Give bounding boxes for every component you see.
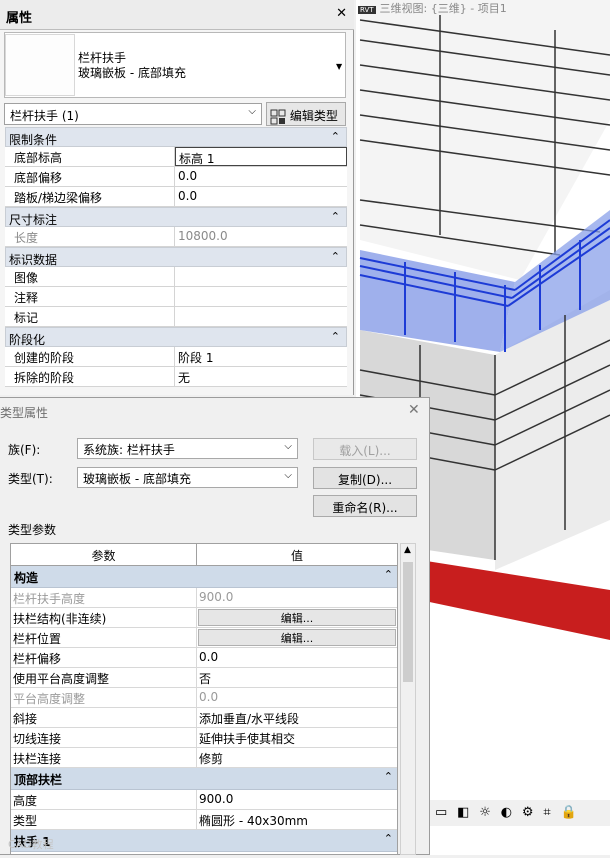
table-row[interactable]: 栏杆位置 编辑... (11, 628, 397, 648)
section-header[interactable]: 顶部扶栏 ⌃ (11, 768, 397, 790)
property-value-input[interactable]: 标高 1 (175, 147, 347, 166)
chevron-down-icon: ⌵ (284, 470, 292, 481)
table-row[interactable]: 类型 椭圆形 - 40x30mm (11, 810, 397, 830)
group-header[interactable]: 限制条件 ⌃ (5, 127, 347, 147)
group-header[interactable]: 阶段化 ⌃ (5, 327, 347, 347)
table-row[interactable]: 高度 900.0 (11, 790, 397, 810)
lock-view-icon[interactable]: 🔒 (561, 805, 577, 820)
property-row[interactable]: 图像 (5, 267, 347, 287)
property-row[interactable]: 创建的阶段 阶段 1 (5, 347, 347, 367)
property-row[interactable]: 拆除的阶段无 (5, 367, 347, 387)
table-row[interactable]: 栏杆偏移 0.0 (11, 648, 397, 668)
close-icon[interactable]: ✕ (336, 6, 347, 21)
collapse-icon[interactable]: ⌃ (384, 568, 393, 581)
type-thumbnail (5, 34, 75, 96)
table-row: 栏杆扶手高度 900.0 (11, 588, 397, 608)
collapse-icon[interactable]: ⌃ (331, 250, 340, 263)
property-row: 长度 10800.0 (5, 227, 347, 247)
properties-title: 属性 (0, 0, 354, 30)
close-icon[interactable]: ✕ (408, 402, 420, 418)
type-properties-dialog: 类型属性 ✕ 族(F): 系统族: 栏杆扶手 ⌵ 载入(L)... 类型(T): … (0, 397, 430, 855)
type-params-label: 类型参数 (8, 523, 57, 537)
property-row[interactable]: 底部偏移 0.0 (5, 167, 347, 187)
group-header[interactable]: 尺寸标注 ⌃ (5, 207, 347, 227)
visual-style-icon[interactable]: ◧ (457, 805, 469, 820)
table-row[interactable]: 斜接 添加垂直/水平线段 (11, 708, 397, 728)
rename-button[interactable]: 重命名(R)... (313, 495, 417, 517)
collapse-icon[interactable]: ⌃ (331, 210, 340, 223)
column-header-value: 值 (290, 549, 303, 563)
crop-icon[interactable]: ⌗ (543, 805, 550, 820)
dialog-title: 类型属性 (0, 406, 49, 420)
shadows-icon[interactable]: ◐ (501, 805, 512, 820)
chevron-down-icon: ⌵ (248, 106, 256, 117)
edit-baluster-placement-button[interactable]: 编辑... (198, 629, 396, 646)
family-select[interactable]: 系统族: 栏杆扶手 ⌵ (77, 438, 298, 459)
collapse-icon[interactable]: ⌃ (331, 330, 340, 343)
table-row[interactable]: 切线连接 延伸扶手使其相交 (11, 728, 397, 748)
table-header: 参数 值 (11, 544, 397, 566)
section-header[interactable]: 构造 ⌃ (11, 566, 397, 588)
watermark: CAD教程 (8, 838, 54, 851)
properties-grid: 限制条件 ⌃ 底部标高 标高 1 底部偏移 0.0 踏板/梯边梁偏移 0.0 尺寸标注 ⌃… (5, 127, 347, 387)
properties-panel: 属性 ✕ 栏杆扶手 玻璃嵌板 - 底部填充 ▼ 栏杆扶手 (1) ⌵ 编辑类型 … (0, 0, 354, 395)
type-name: 栏杆扶手 玻璃嵌板 - 底部填充 (78, 51, 186, 80)
sun-path-icon[interactable]: ☼ (479, 805, 491, 820)
rvt-icon: RVT (358, 6, 376, 14)
column-header-param: 参数 (11, 544, 197, 565)
chevron-down-icon[interactable]: ▼ (336, 62, 342, 71)
table-row[interactable]: 扶栏连接 修剪 (11, 748, 397, 768)
edit-type-button[interactable]: 编辑类型 (266, 102, 346, 126)
property-row[interactable]: 标记 (5, 307, 347, 327)
table-row[interactable]: 使用平台高度调整否 (11, 668, 397, 688)
edit-type-icon (270, 109, 286, 124)
property-row[interactable]: 底部标高 标高 1 (5, 147, 347, 167)
group-header[interactable]: 标识数据 ⌃ (5, 247, 347, 267)
collapse-icon[interactable]: ⌃ (331, 130, 340, 143)
type-label: 类型(T): (8, 472, 53, 486)
section-header[interactable]: 扶手 1 ⌃ (11, 830, 397, 852)
vertical-scrollbar[interactable]: ▲ (400, 543, 416, 855)
property-row[interactable]: 注释 (5, 287, 347, 307)
view-control-bar: ▭ ◧ ☼ ◐ ⚙ ⌗ 🔒 (430, 800, 610, 826)
scroll-up-icon[interactable]: ▲ (404, 545, 411, 555)
type-select[interactable]: 玻璃嵌板 - 底部填充 ⌵ (77, 467, 298, 488)
type-parameters-table: 参数 值 构造 ⌃ 栏杆扶手高度 900.0 扶栏结构(非连续) 编辑... 栏杆位置… (10, 543, 398, 855)
scale-icon[interactable]: ▭ (435, 805, 447, 820)
collapse-icon[interactable]: ⌃ (384, 770, 393, 783)
property-row[interactable]: 踏板/梯边梁偏移 0.0 (5, 187, 347, 207)
family-label: 族(F): (8, 443, 41, 457)
render-icon[interactable]: ⚙ (522, 805, 534, 820)
collapse-icon[interactable]: ⌃ (384, 832, 393, 845)
scrollbar-thumb[interactable] (403, 562, 413, 682)
chevron-down-icon: ⌵ (284, 441, 292, 452)
duplicate-button[interactable]: 复制(D)... (313, 467, 417, 489)
table-row[interactable]: 扶栏结构(非连续) 编辑... (11, 608, 397, 628)
table-row: 平台高度调整 0.0 (11, 688, 397, 708)
view-title: RVT 三维视图: {三维} - 项目1 (358, 2, 507, 15)
instance-filter-dropdown[interactable]: 栏杆扶手 (1) ⌵ (4, 103, 262, 125)
edit-rail-structure-button[interactable]: 编辑... (198, 609, 396, 626)
load-button[interactable]: 载入(L)... (313, 438, 417, 460)
